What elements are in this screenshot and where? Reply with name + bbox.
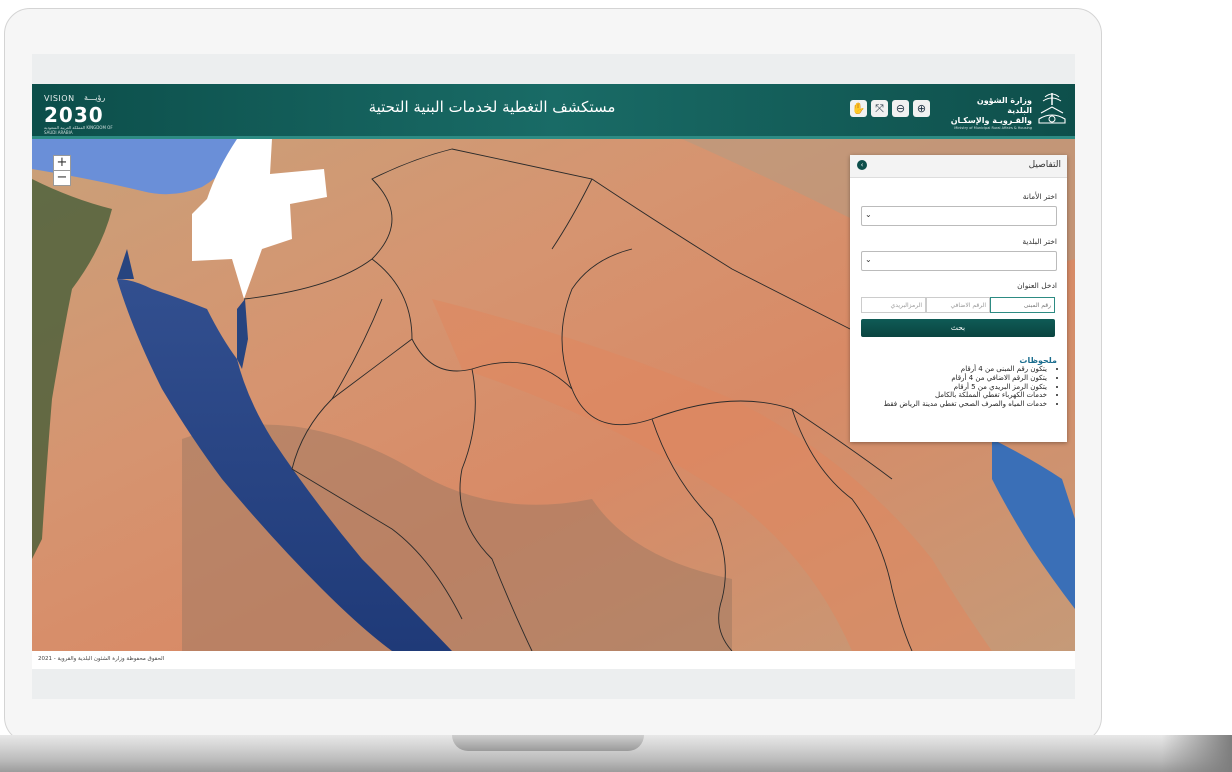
vision-subtitle: المملكة العربية السعودية KINGDOM OF SAUD… (44, 125, 113, 135)
additional-number-input[interactable]: الرقم الاضافي (926, 297, 990, 313)
postal-code-input[interactable]: الرمزالبريدي (861, 297, 926, 313)
map-zoom-in-button[interactable]: + (53, 155, 71, 171)
list-item: خدمات الكهرباء تغطي المملكة بالكامل (847, 391, 1047, 400)
address-label: ادخل العنوان (1017, 281, 1057, 290)
chevron-down-icon: ⌄ (865, 210, 872, 219)
municipality-label: اختر البلدية (1022, 237, 1057, 246)
zoom-in-icon: ⊕ (916, 102, 927, 115)
zoom-out-tool-button[interactable]: ⊖ (892, 100, 909, 117)
building-number-input[interactable]: رقم المبنى (990, 297, 1055, 313)
details-panel: التفاصيل › اختر الأمانة ⌄ اختر البلدية ⌄… (850, 155, 1067, 442)
municipality-select[interactable]: ⌄ (861, 251, 1057, 271)
list-item: يتكون الرمز البريدي من 5 أرقام (847, 383, 1047, 392)
ministry-name-line2: والقـرويـة والإسكـان (950, 116, 1032, 125)
list-item: خدمات المياه والصرف الصحي تغطي مدينة الر… (847, 400, 1047, 409)
zoom-out-icon: ⊖ (895, 102, 906, 115)
browser-screen: VISION رؤيـــة 2030 المملكة العربية السع… (32, 54, 1075, 699)
ministry-english-name: Ministry of Municipal Rural Affairs & Ho… (954, 126, 1032, 130)
panel-header: التفاصيل › (850, 155, 1067, 178)
vision-arabic-label: رؤيـــة (84, 93, 106, 102)
full-extent-icon: ⤧ (875, 101, 884, 115)
zoom-in-tool-button[interactable]: ⊕ (913, 100, 930, 117)
ministry-name-line1: وزارة الشؤون البلدية (976, 96, 1032, 115)
amanah-label: اختر الأمانة (1022, 192, 1057, 201)
notes-title: ملحوظات (1019, 356, 1057, 365)
chevron-down-icon: ⌄ (865, 255, 872, 264)
copyright-text: الحقوق محفوظة وزارة الشئون البلدية والقر… (38, 656, 165, 662)
list-item: يتكون الرقم الاضافي من 4 أرقام (847, 374, 1047, 383)
pan-hand-button[interactable]: ✋ (850, 100, 867, 117)
panel-title: التفاصيل (1028, 160, 1061, 170)
ministry-emblem-icon (1038, 93, 1066, 124)
pan-hand-icon: ✋ (851, 102, 866, 115)
full-extent-button[interactable]: ⤧ (871, 100, 888, 117)
vision-2030-logo: VISION رؤيـــة 2030 المملكة العربية السع… (44, 90, 114, 135)
notes-list: يتكون رقم المبنى من 4 أرقام يتكون الرقم … (847, 365, 1057, 409)
ministry-name: وزارة الشؤون البلدية والقـرويـة والإسكـا… (950, 96, 1032, 130)
collapse-panel-icon[interactable]: › (857, 160, 867, 170)
map-zoom-out-button[interactable]: − (53, 170, 71, 186)
page-footer: الحقوق محفوظة وزارة الشئون البلدية والقر… (32, 651, 1075, 669)
laptop-notch (452, 735, 644, 751)
vision-number: 2030 (44, 103, 104, 127)
list-item: يتكون رقم المبنى من 4 أرقام (847, 365, 1047, 374)
amanah-select[interactable]: ⌄ (861, 206, 1057, 226)
search-button[interactable]: بحث (861, 319, 1055, 337)
page-title: مستكشف التغطية لخدمات البنية التحتية (368, 98, 616, 116)
vision-label: VISION (44, 94, 75, 103)
app-header: VISION رؤيـــة 2030 المملكة العربية السع… (32, 84, 1075, 139)
